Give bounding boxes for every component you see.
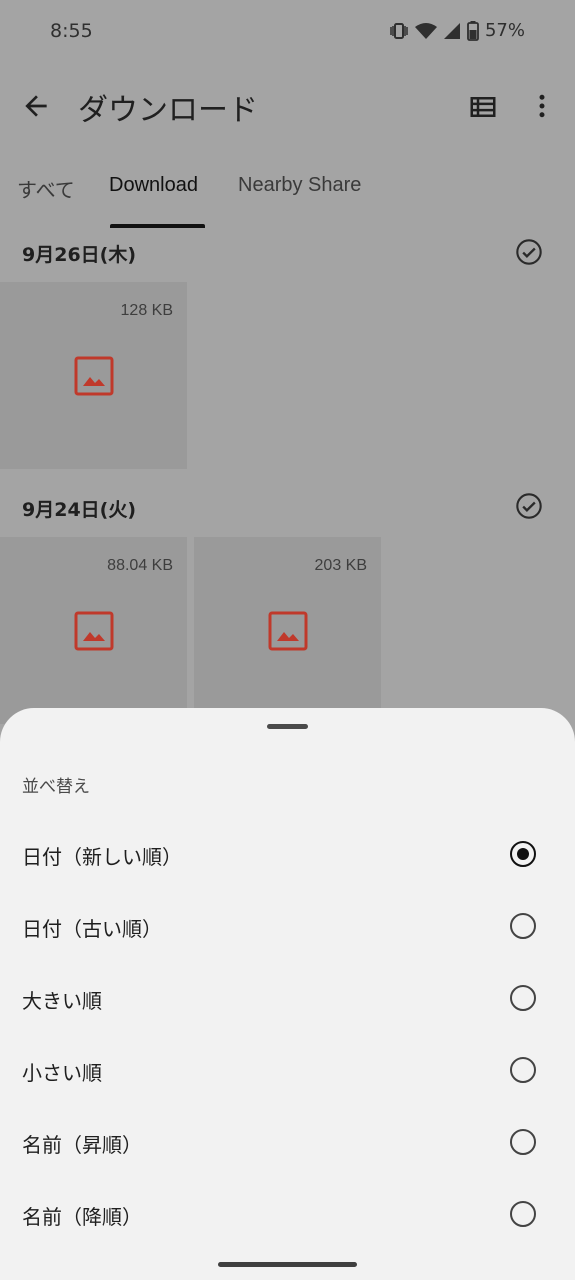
- app-bar: ダウンロード: [0, 66, 575, 146]
- tab-all[interactable]: すべて: [17, 174, 75, 203]
- list-view-button[interactable]: [468, 92, 498, 122]
- sort-option-name-desc[interactable]: 名前（降順）: [0, 1185, 575, 1245]
- check-circle-icon: [516, 239, 542, 265]
- radio-unselected[interactable]: [510, 985, 536, 1011]
- sort-bottom-sheet: 並べ替え 日付（新しい順） 日付（古い順） 大きい順 小さい順 名前（昇順） 名…: [0, 708, 575, 1280]
- status-icons: 57%: [389, 20, 525, 41]
- file-list: 9月26日(木) 128 KB 9月24日(火) 88.04 KB 203 KB: [0, 230, 575, 724]
- battery-icon: [467, 20, 479, 41]
- radio-unselected[interactable]: [510, 1201, 536, 1227]
- date-header: 9月24日(火): [22, 499, 137, 521]
- file-size: 88.04 KB: [107, 557, 173, 574]
- cellular-signal-icon: [443, 22, 461, 40]
- file-tile[interactable]: 88.04 KB: [0, 537, 187, 724]
- radio-unselected[interactable]: [510, 913, 536, 939]
- file-size: 128 KB: [120, 302, 173, 319]
- battery-percent: 57%: [484, 20, 525, 41]
- image-icon: [268, 611, 308, 651]
- sort-option-label: 名前（降順）: [22, 1205, 142, 1229]
- arrow-back-icon: [25, 95, 47, 117]
- page-title: ダウンロード: [78, 93, 258, 128]
- sort-option-name-asc[interactable]: 名前（昇順）: [0, 1113, 575, 1173]
- sheet-title: 並べ替え: [22, 777, 90, 797]
- list-view-icon: [470, 97, 496, 117]
- radio-unselected[interactable]: [510, 1129, 536, 1155]
- radio-unselected[interactable]: [510, 1057, 536, 1083]
- sort-option-date-oldest[interactable]: 日付（古い順）: [0, 897, 575, 957]
- tab-download[interactable]: Download: [109, 174, 198, 197]
- sort-option-label: 大きい順: [22, 989, 102, 1013]
- wifi-icon: [414, 22, 437, 40]
- check-circle-icon: [516, 493, 542, 519]
- status-bar: 8:55 57%: [0, 0, 575, 66]
- select-group-button[interactable]: [515, 238, 543, 266]
- sort-option-smallest[interactable]: 小さい順: [0, 1041, 575, 1101]
- tab-bar: すべて Download Nearby Share: [0, 146, 575, 230]
- sort-option-largest[interactable]: 大きい順: [0, 969, 575, 1029]
- tab-indicator: [110, 224, 205, 228]
- image-icon: [74, 611, 114, 651]
- file-tile[interactable]: 128 KB: [0, 282, 187, 469]
- more-vert-icon: [539, 94, 545, 118]
- file-size: 203 KB: [314, 557, 367, 574]
- image-icon: [74, 356, 114, 396]
- sort-option-label: 小さい順: [22, 1061, 102, 1085]
- sort-option-date-newest[interactable]: 日付（新しい順）: [0, 825, 575, 885]
- select-group-button[interactable]: [515, 492, 543, 520]
- vibrate-icon: [389, 22, 409, 40]
- tab-nearby-share[interactable]: Nearby Share: [238, 174, 361, 197]
- status-time: 8:55: [50, 20, 93, 42]
- radio-selected[interactable]: [510, 841, 536, 867]
- back-button[interactable]: [20, 90, 52, 122]
- gesture-nav-handle[interactable]: [218, 1262, 357, 1267]
- sort-option-label: 日付（古い順）: [22, 917, 162, 941]
- file-tile[interactable]: 203 KB: [194, 537, 381, 724]
- drag-handle[interactable]: [267, 724, 308, 729]
- more-options-button[interactable]: [527, 90, 557, 122]
- date-header: 9月26日(木): [22, 244, 137, 266]
- sort-option-label: 名前（昇順）: [22, 1133, 142, 1157]
- sort-option-label: 日付（新しい順）: [22, 845, 182, 869]
